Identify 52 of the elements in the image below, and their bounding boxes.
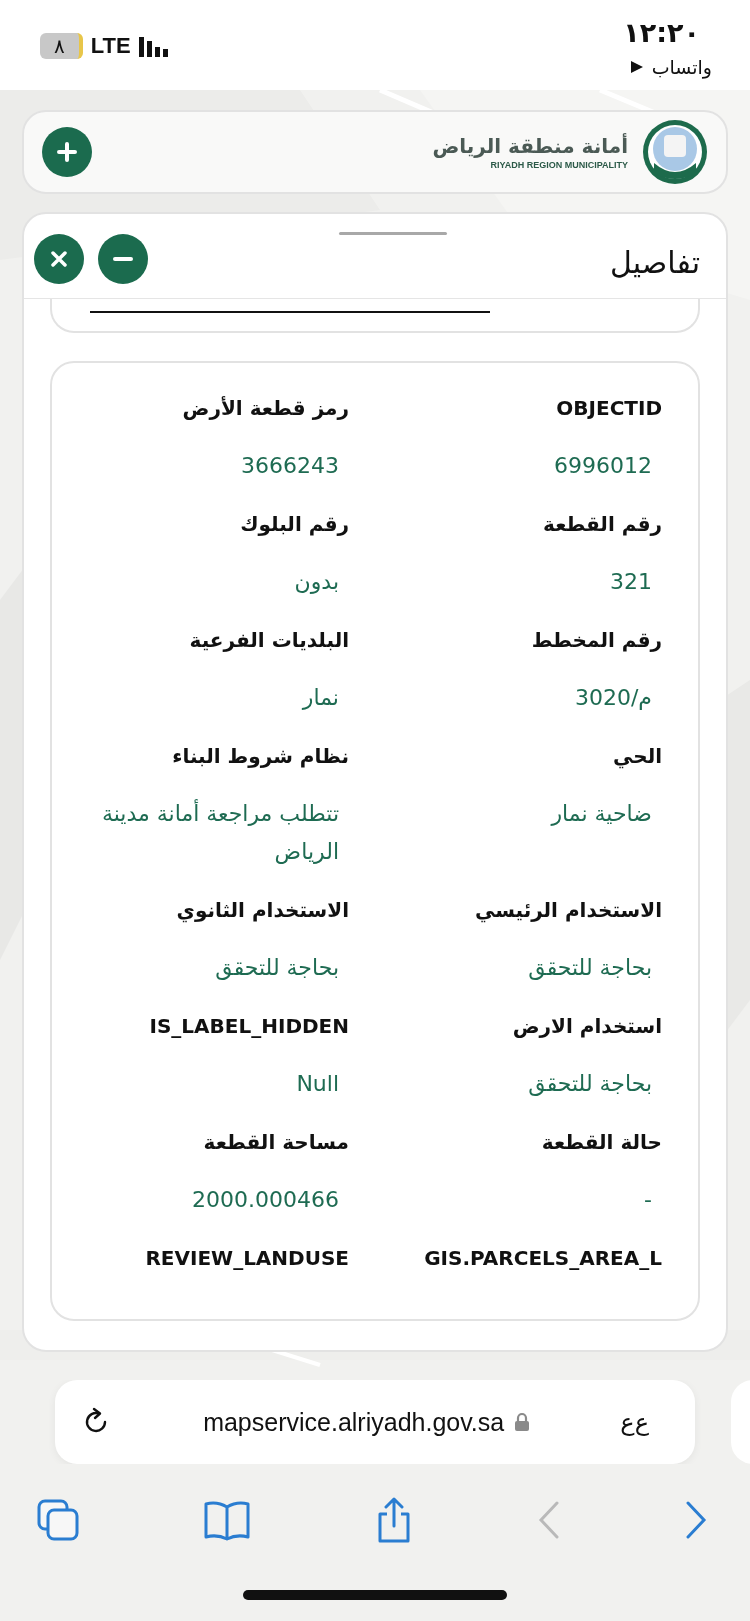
- field-label: استخدام الارض: [511, 1013, 662, 1040]
- battery-indicator: ٨: [40, 33, 83, 59]
- municipality-emblem-icon: [642, 119, 708, 185]
- close-icon: [49, 249, 69, 269]
- municipality-name-english: RIYADH REGION MUNICIPALITY: [490, 160, 628, 170]
- field-value: تتطلب مراجعة أمانة مدينة الرياض: [100, 798, 340, 866]
- field-label: الحي: [612, 743, 662, 771]
- field-value: بحاجة للتحقق: [527, 954, 653, 982]
- field-value: نمار: [300, 684, 340, 712]
- drag-handle[interactable]: [339, 232, 447, 235]
- field-label: رقم البلوك: [239, 511, 349, 538]
- tabs-icon[interactable]: [36, 1498, 80, 1542]
- field-label: الاستخدام الثانوي: [175, 897, 349, 925]
- municipality-name: أمانة منطقة الرياض: [432, 134, 628, 158]
- back-app-link[interactable]: واتساب: [651, 56, 712, 78]
- field-label: IS_LABEL_HIDDEN: [148, 1013, 349, 1040]
- field-label: مساحة القطعة: [202, 1129, 349, 1156]
- field-value: م/3020: [573, 684, 653, 712]
- field-value: بدون: [293, 568, 340, 596]
- field-label: REVIEW_LANDUSE: [144, 1245, 349, 1272]
- field-label: OBJECTID: [555, 395, 662, 422]
- url-text: mapservice.alriyadh.gov.sa: [203, 1407, 505, 1437]
- field-value: ضاحية نمار: [549, 800, 653, 828]
- field-label: الاستخدام الرئيسي: [473, 897, 662, 925]
- panel-title: تفاصيل: [610, 243, 700, 280]
- minus-icon: [113, 257, 133, 261]
- minimize-button[interactable]: [98, 234, 148, 284]
- plus-icon: [56, 141, 78, 163]
- network-label: LTE: [90, 33, 131, 59]
- signal-icon: [138, 35, 169, 57]
- field-label: نظام شروط البناء: [171, 743, 349, 770]
- field-label: رمز قطعة الأرض: [181, 395, 349, 422]
- text-size-button[interactable]: ﻉﻉ: [620, 1408, 649, 1436]
- field-label: رقم القطعة: [542, 511, 662, 538]
- clock-time: ١٢:٢٠: [623, 18, 700, 48]
- close-button[interactable]: [34, 234, 84, 284]
- lock-icon: [514, 1412, 531, 1432]
- field-value: بحاجة للتحقق: [214, 954, 340, 982]
- field-label: رقم المخطط: [530, 627, 662, 654]
- field-label: البلديات الفرعية: [188, 627, 349, 654]
- play-triangle-icon[interactable]: [629, 60, 644, 74]
- field-value: 3666243: [240, 452, 340, 480]
- field-value: 2000.000466: [191, 1186, 340, 1214]
- field-value: بحاجة للتحقق: [527, 1070, 653, 1098]
- field-label: GIS.PARCELS_AREA_L: [423, 1245, 662, 1272]
- field-value: 6996012: [553, 452, 653, 480]
- field-label: حالة القطعة: [540, 1129, 662, 1156]
- book-icon[interactable]: [203, 1499, 251, 1541]
- add-button[interactable]: [42, 127, 92, 177]
- field-value: 321: [609, 568, 653, 596]
- field-value: Null: [295, 1070, 340, 1098]
- field-value: -: [643, 1186, 653, 1214]
